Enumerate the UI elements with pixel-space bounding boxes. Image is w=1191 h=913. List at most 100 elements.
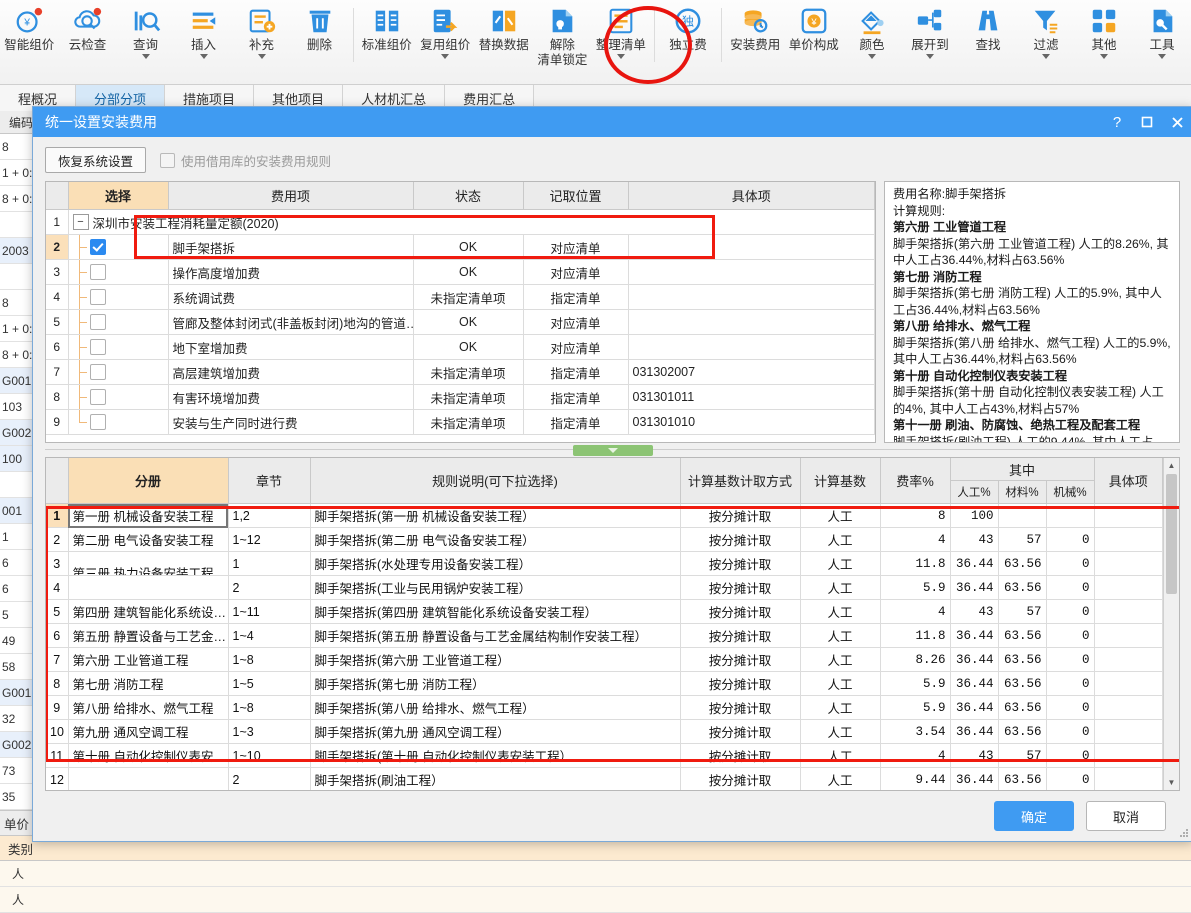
volume-rule-row[interactable]: 3 第三册 热力设备安装工程 1 脚手架搭拆(水处理专用设备安装工程） 按分摊计取 人工 1… [46,551,1163,576]
volume-rule-basis-method[interactable]: 按分摊计取 [680,551,801,576]
volume-rule-labor-pct[interactable]: 36.44 [950,719,999,744]
ribbon-button-standard-pricing[interactable]: 标准组价 [357,0,416,53]
volume-rule-labor-pct[interactable]: 36.44 [950,695,999,720]
volume-rule-basis[interactable]: 人工 [800,527,881,552]
volume-rule-chapter[interactable]: 1 [228,551,311,576]
volume-rule-labor-pct[interactable]: 43 [950,743,999,768]
volume-rule-basis[interactable]: 人工 [800,767,881,790]
vr-col-rate[interactable]: 费率% [880,458,951,504]
fee-item-col-status[interactable]: 状态 [413,182,524,210]
volume-rule-machine-pct[interactable]: 0 [1046,527,1095,552]
volume-rule-detail[interactable] [1094,695,1163,720]
volume-rule-basis[interactable]: 人工 [800,503,881,528]
volume-rule-description[interactable]: 脚手架搭拆(水处理专用设备安装工程） [310,551,681,576]
fee-item-select-cell[interactable] [68,409,169,435]
volume-rule-labor-pct[interactable]: 43 [950,599,999,624]
fee-item-position[interactable]: 对应清单 [523,309,629,335]
fee-item-row[interactable]: 4 系统调试费 未指定清单项 指定清单 [46,284,875,310]
volume-rule-description[interactable]: 脚手架搭拆(第四册 建筑智能化系统设备安装工程） [310,599,681,624]
vr-col-rule[interactable]: 规则说明(可下拉选择) [310,458,681,504]
volume-rule-basis-method[interactable]: 按分摊计取 [680,503,801,528]
chevron-down-icon[interactable] [141,54,150,59]
volume-rule-material-pct[interactable]: 63.56 [998,671,1047,696]
fee-item-select-cell[interactable] [68,234,169,260]
volume-rule-rate[interactable]: 5.9 [880,695,951,720]
volume-rule-row[interactable]: 6 第五册 静置设备与工艺金… 1~4 脚手架搭拆(第五册 静置设备与工艺金属结构制作… [46,623,1163,648]
background-subgrid-row[interactable]: 人 [0,861,1191,887]
ribbon-button-delete-trash[interactable]: 删除 [291,0,349,53]
volume-rule-detail[interactable] [1094,743,1163,768]
fee-item-select-cell[interactable] [68,334,169,360]
volume-rule-chapter[interactable]: 1~8 [228,647,311,672]
maximize-square-icon[interactable] [1132,107,1162,137]
ribbon-button-unlock-list[interactable]: 解除 清单锁定 [533,0,592,68]
volume-rule-volume[interactable]: 第一册 机械设备安装工程 [68,503,229,528]
volume-rule-basis[interactable]: 人工 [800,599,881,624]
volume-rule-volume[interactable]: 第九册 通风空调工程 [68,719,229,744]
fee-item-col-select[interactable]: 选择 [68,182,169,210]
volume-rule-row[interactable]: 11 第十册 自动化控制仪表安… 1~10 脚手架搭拆(第十册 自动化控制仪表安装工程… [46,743,1163,768]
chevron-down-icon[interactable] [199,54,208,59]
fee-item-position[interactable]: 指定清单 [523,284,629,310]
fee-item-checkbox[interactable] [89,289,106,305]
restore-system-settings-button[interactable]: 恢复系统设置 [45,147,147,173]
volume-rule-rate[interactable]: 4 [880,527,951,552]
vr-col-basis[interactable]: 计算基数 [800,458,881,504]
volume-rule-labor-pct[interactable]: 43 [950,527,999,552]
vr-col-basis-method[interactable]: 计算基数计取方式 [680,458,801,504]
ribbon-button-reuse-pricing[interactable]: 复用组价 [416,0,475,59]
fee-item-grid[interactable]: 选择 费用项 状态 记取位置 具体项 1 − 深圳市安装工程消耗量定额(2020… [45,181,876,443]
volume-rule-material-pct[interactable]: 63.56 [998,551,1047,576]
scrollbar-thumb[interactable] [1166,474,1177,594]
volume-rule-detail[interactable] [1094,671,1163,696]
fee-item-detail[interactable] [628,234,875,260]
volume-rule-material-pct[interactable]: 63.56 [998,623,1047,648]
vr-col-machine[interactable]: 机械% [1046,480,1095,504]
volume-rule-material-pct[interactable]: 63.56 [998,695,1047,720]
fee-item-detail[interactable] [628,259,875,285]
cancel-button[interactable]: 取消 [1086,801,1166,831]
fee-item-row[interactable]: 2 脚手架搭拆 OK 对应清单 [46,234,875,260]
ribbon-button-cloud-check[interactable]: 云检查 [59,0,117,53]
volume-rule-rate[interactable]: 4 [880,599,951,624]
volume-rule-volume[interactable]: 第八册 给排水、燃气工程 [68,695,229,720]
chevron-down-icon[interactable] [1100,54,1109,59]
volume-rule-chapter[interactable]: 1,2 [228,503,311,528]
volume-rule-chapter[interactable]: 2 [228,767,311,790]
volume-rule-material-pct[interactable]: 63.56 [998,647,1047,672]
volume-rule-labor-pct[interactable]: 36.44 [950,671,999,696]
volume-rule-machine-pct[interactable]: 0 [1046,671,1095,696]
volume-rule-basis[interactable]: 人工 [800,575,881,600]
help-question-icon[interactable]: ? [1102,107,1132,137]
fee-item-col-detail[interactable]: 具体项 [628,182,875,210]
fee-item-select-cell[interactable] [68,284,169,310]
volume-rule-description[interactable]: 脚手架搭拆(第九册 通风空调工程） [310,719,681,744]
chevron-down-icon[interactable] [1042,54,1051,59]
volume-rule-material-pct[interactable]: 57 [998,527,1047,552]
vr-col-material[interactable]: 材料% [998,480,1047,504]
ribbon-button-smart-pricing[interactable]: ¥ 智能组价 [0,0,59,53]
fee-item-row[interactable]: 5 管廊及整体封闭式(非盖板封闭)地沟的管道… OK 对应清单 [46,309,875,335]
volume-rule-basis-method[interactable]: 按分摊计取 [680,647,801,672]
volume-rule-volume[interactable]: 第三册 热力设备安装工程 [68,551,229,576]
ribbon-button-installation-fee[interactable]: 安装费用 [726,0,785,53]
volume-rule-rate[interactable]: 5.9 [880,575,951,600]
fee-item-row[interactable]: 7 高层建筑增加费 未指定清单项 指定清单 031302007 [46,359,875,385]
scroll-up-arrow-icon[interactable]: ▲ [1164,458,1179,473]
volume-rule-description[interactable]: 脚手架搭拆(第十册 自动化控制仪表安装工程） [310,743,681,768]
volume-rule-description[interactable]: 脚手架搭拆(工业与民用锅炉安装工程） [310,575,681,600]
ribbon-button-color-fill[interactable]: 颜色 [843,0,901,59]
fee-item-detail[interactable]: 031301010 [628,409,875,435]
ribbon-button-organize-list[interactable]: 整理清单 [592,0,651,59]
volume-rule-machine-pct[interactable]: 0 [1046,551,1095,576]
volume-rule-detail[interactable] [1094,599,1163,624]
volume-rule-row[interactable]: 9 第八册 给排水、燃气工程 1~8 脚手架搭拆(第八册 给排水、燃气工程） 按分摊计取… [46,695,1163,720]
fee-item-position[interactable]: 对应清单 [523,259,629,285]
volume-rule-description[interactable]: 脚手架搭拆(第二册 电气设备安装工程） [310,527,681,552]
volume-rule-machine-pct[interactable]: 0 [1046,647,1095,672]
fee-item-position[interactable]: 指定清单 [523,384,629,410]
volume-rule-row[interactable]: 12 2 脚手架搭拆(刷油工程） 按分摊计取 人工 9.44 36.44 63.56 0 [46,767,1163,790]
volume-rule-chapter[interactable]: 1~4 [228,623,311,648]
volume-rule-machine-pct[interactable]: 0 [1046,767,1095,790]
chevron-down-icon[interactable] [257,54,266,59]
